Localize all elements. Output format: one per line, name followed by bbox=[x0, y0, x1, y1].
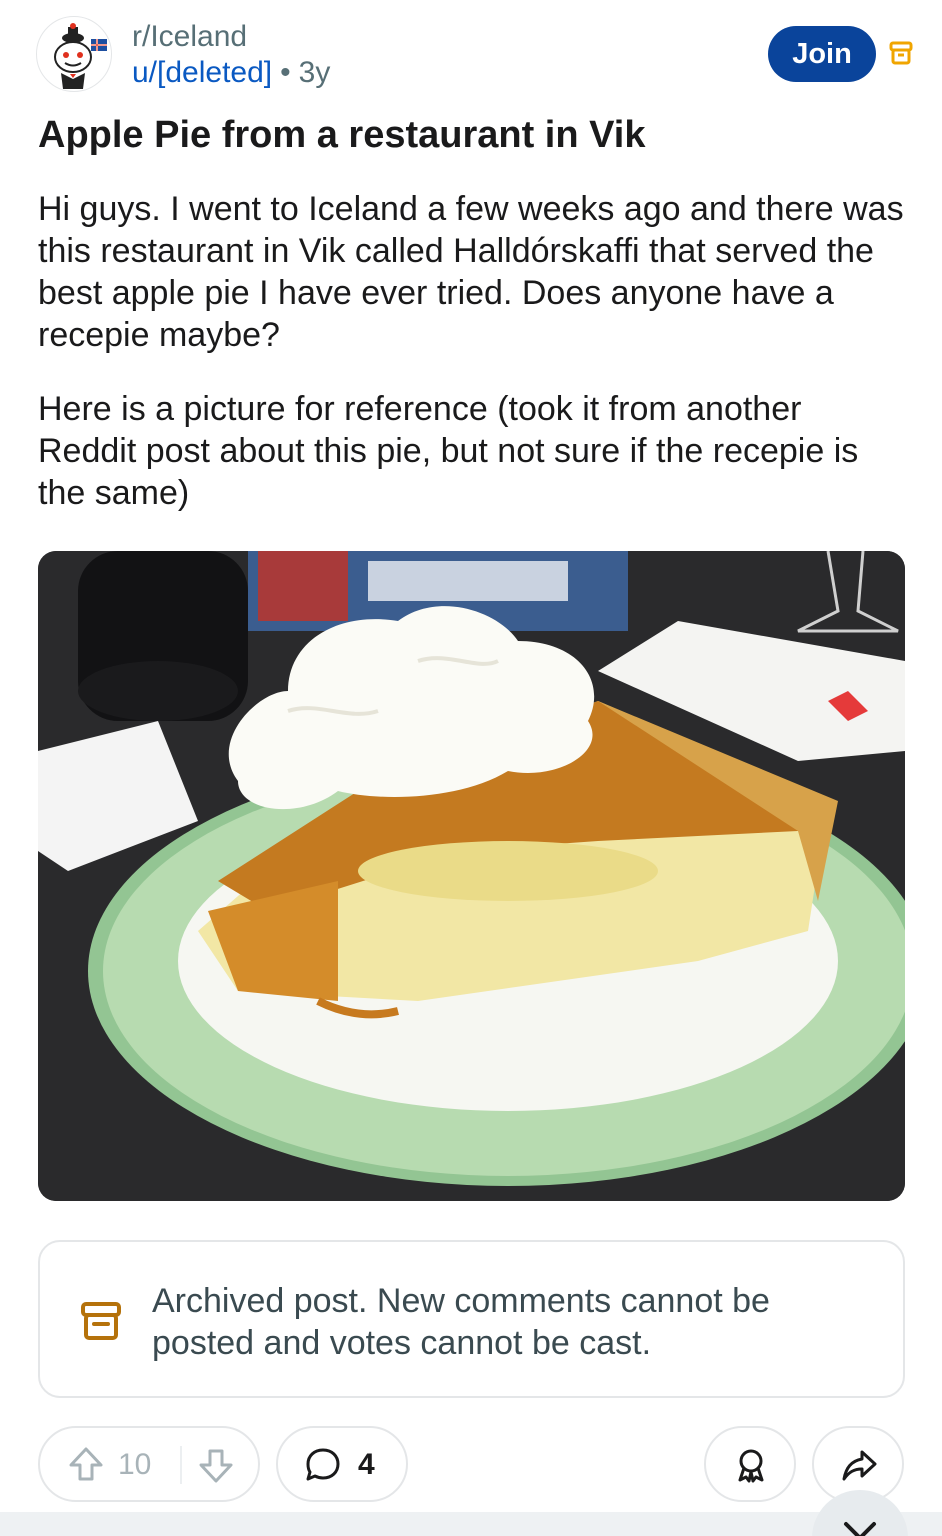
archive-icon bbox=[81, 1302, 121, 1340]
post-header: r/Iceland u/[deleted] • 3y Join bbox=[0, 0, 942, 110]
downvote-icon[interactable] bbox=[196, 1446, 236, 1486]
archive-icon bbox=[889, 41, 913, 65]
join-button[interactable]: Join bbox=[768, 26, 876, 82]
archived-notice: Archived post. New comments cannot be po… bbox=[38, 1240, 905, 1398]
chevron-down-icon bbox=[844, 1522, 876, 1536]
award-button[interactable] bbox=[704, 1426, 796, 1502]
author-name[interactable]: u/[deleted] bbox=[132, 56, 272, 89]
comment-icon bbox=[306, 1448, 340, 1481]
post-action-bar: 10 4 bbox=[0, 1426, 942, 1506]
post-title[interactable]: Apple Pie from a restaurant in Vik bbox=[38, 112, 908, 158]
separator-dot: • bbox=[280, 56, 291, 89]
author-line: u/[deleted] • 3y bbox=[132, 56, 330, 90]
award-icon bbox=[738, 1449, 764, 1483]
post-body-paragraph: Hi guys. I went to Iceland a few weeks a… bbox=[38, 190, 904, 354]
vote-divider bbox=[180, 1446, 182, 1484]
snoo-avatar-icon bbox=[54, 23, 107, 89]
vote-count: 10 bbox=[118, 1448, 152, 1481]
post-age: 3y bbox=[298, 56, 331, 89]
bottom-nav-strip bbox=[0, 1512, 942, 1536]
subreddit-avatar[interactable] bbox=[36, 16, 112, 92]
subreddit-name[interactable]: r/Iceland bbox=[132, 20, 247, 54]
upvote-icon[interactable] bbox=[66, 1444, 106, 1484]
comment-count: 4 bbox=[358, 1448, 375, 1481]
apple-pie-photo bbox=[38, 551, 905, 1201]
share-icon bbox=[842, 1450, 877, 1481]
post-image[interactable] bbox=[38, 551, 905, 1201]
archived-message: Archived post. New comments cannot be po… bbox=[152, 1282, 770, 1362]
vote-control: 10 bbox=[38, 1426, 260, 1502]
comments-button[interactable]: 4 bbox=[276, 1426, 408, 1502]
post-body-paragraph: Here is a picture for reference (took it… bbox=[38, 390, 859, 512]
